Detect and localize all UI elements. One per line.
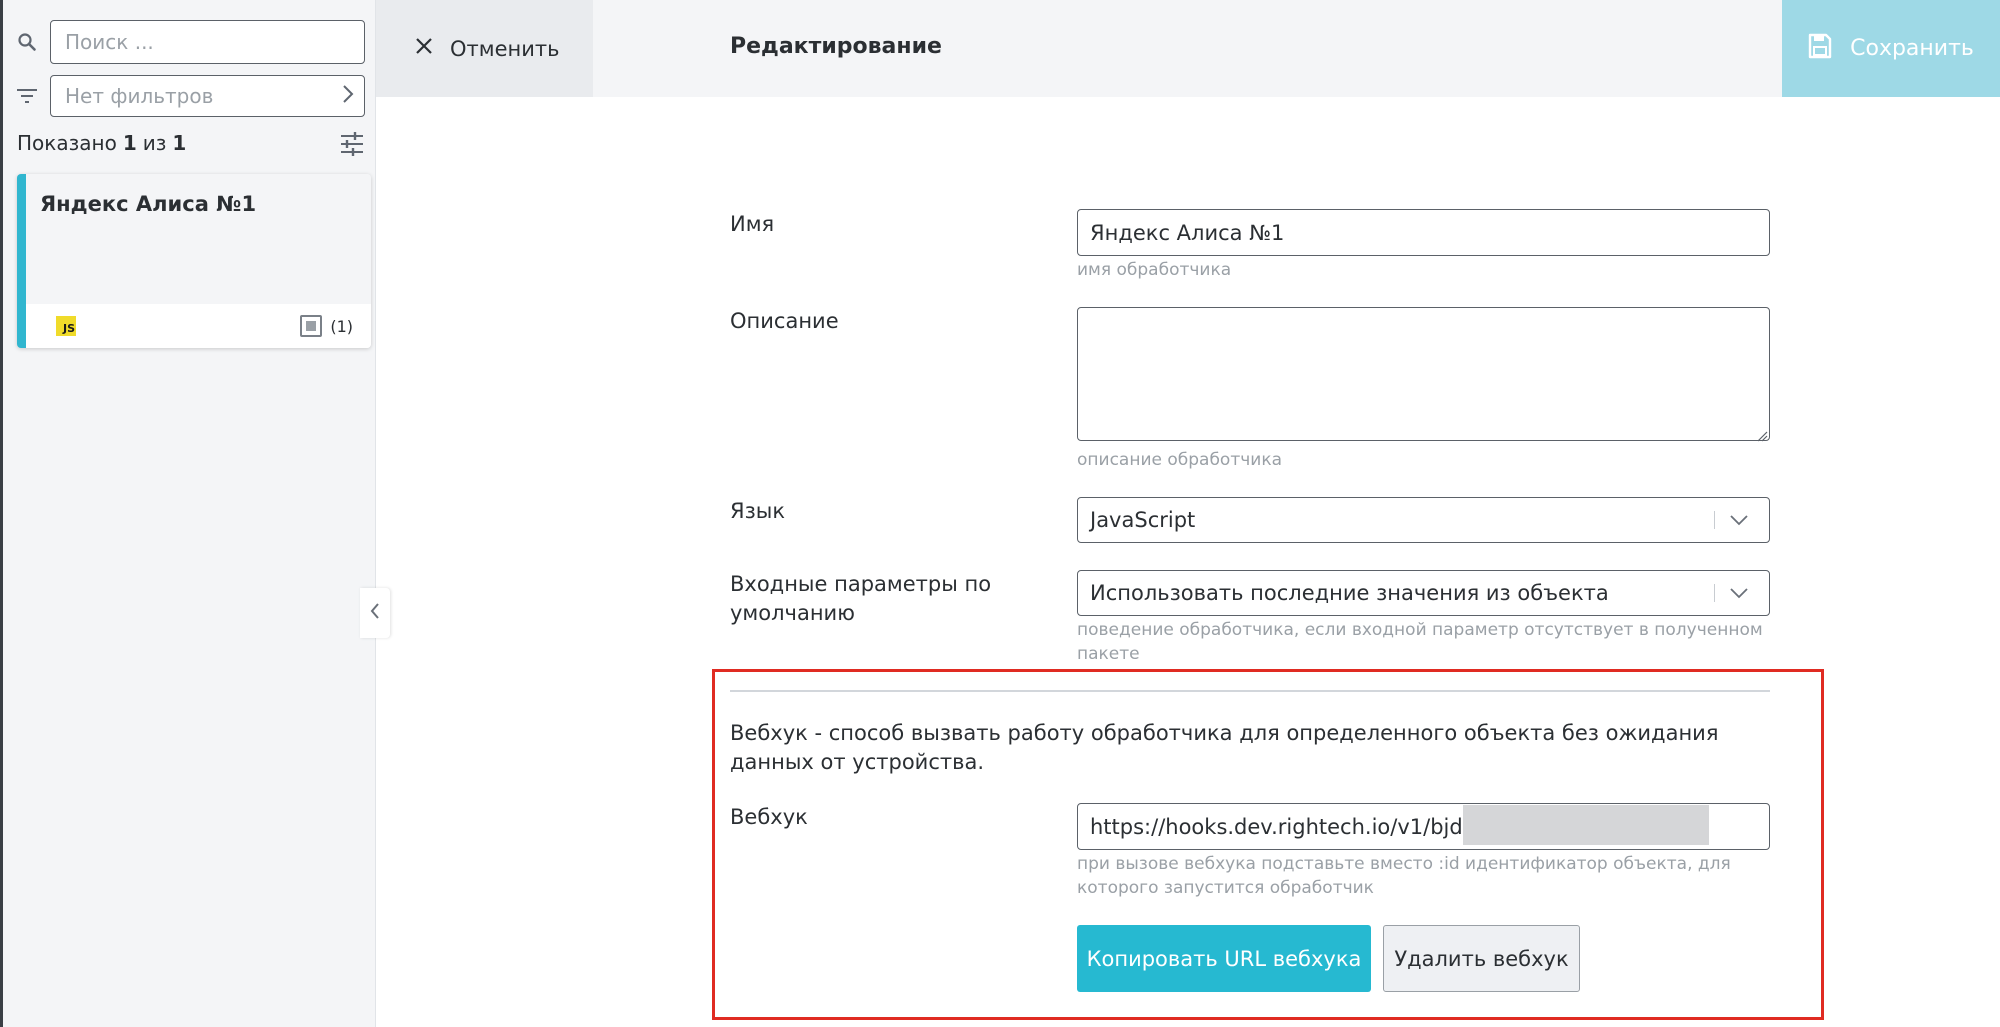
save-icon [1808, 33, 1832, 65]
section-divider [730, 690, 1770, 692]
search-icon [15, 30, 39, 54]
javascript-icon: JS [56, 316, 76, 336]
language-select[interactable]: JavaScript [1077, 497, 1770, 543]
search-input[interactable] [50, 20, 365, 64]
description-label: Описание [730, 309, 839, 333]
filter-icon[interactable] [15, 84, 39, 108]
object-icon [300, 315, 323, 337]
defaults-label: Входные параметры по умолчанию [730, 572, 992, 625]
cancel-label: Отменить [450, 36, 560, 61]
objects-count: (1) [330, 316, 353, 336]
webhook-description: Вебхук - способ вызвать работу обработчи… [730, 721, 1719, 774]
filter-selector[interactable]: Нет фильтров [50, 75, 365, 117]
results-total: 1 [172, 131, 187, 155]
select-separator [1714, 511, 1715, 529]
sidebar: Нет фильтров Показано 1 из 1 Яндекс Алис… [0, 0, 376, 1027]
description-wrap [1077, 307, 1770, 442]
language-label: Язык [730, 499, 786, 523]
results-shown: 1 [122, 131, 137, 155]
chevron-down-icon [1729, 514, 1769, 526]
chevron-right-icon [342, 84, 354, 108]
name-label: Имя [730, 212, 775, 236]
objects-counter: (1) [300, 315, 353, 337]
select-arrow [1714, 498, 1769, 542]
copy-webhook-url-button[interactable]: Копировать URL вебхука [1077, 925, 1371, 992]
card-footer: JS (1) [26, 304, 371, 348]
save-label: Сохранить [1850, 36, 1974, 61]
description-textarea[interactable] [1077, 307, 1770, 441]
filter-row [15, 84, 39, 108]
results-prefix: Показано [17, 131, 117, 155]
results-count: Показано 1 из 1 [17, 131, 186, 155]
select-separator [1714, 584, 1715, 602]
results-of: из [142, 131, 167, 155]
chevron-left-icon [370, 602, 380, 624]
select-arrow [1714, 571, 1769, 615]
save-button[interactable]: Сохранить [1782, 0, 2000, 97]
list-settings-icon[interactable] [339, 131, 365, 157]
chevron-down-icon [1729, 587, 1769, 599]
description-hint: описание обработчика [1077, 450, 1283, 470]
delete-webhook-button[interactable]: Удалить вебхук [1383, 925, 1580, 992]
redacted-url-part [1463, 805, 1709, 845]
resize-grip-icon[interactable] [1756, 427, 1768, 442]
defaults-hint: поведение обработчика, если входной пара… [1077, 620, 1763, 664]
close-icon [414, 36, 434, 61]
name-hint: имя обработчика [1077, 260, 1232, 280]
webhook-hint: при вызове вебхука подставьте вместо :id… [1077, 854, 1731, 898]
editor-header: Отменить Редактирование Сохранить [376, 0, 2000, 97]
collapse-sidebar-button[interactable] [360, 588, 390, 638]
page-title: Редактирование [730, 34, 942, 59]
filter-text: Нет фильтров [65, 84, 214, 108]
defaults-value: Использовать последние значения из объек… [1090, 581, 1609, 605]
webhook-label: Вебхук [730, 805, 808, 829]
card-title: Яндекс Алиса №1 [40, 192, 257, 216]
search-row [15, 30, 39, 54]
defaults-select[interactable]: Использовать последние значения из объек… [1077, 570, 1770, 616]
cancel-button[interactable]: Отменить [376, 0, 593, 97]
card-body: Яндекс Алиса №1 [26, 174, 371, 304]
language-value: JavaScript [1090, 508, 1196, 532]
name-input[interactable] [1077, 209, 1770, 256]
handler-card[interactable]: Яндекс Алиса №1 JS (1) [17, 174, 371, 348]
